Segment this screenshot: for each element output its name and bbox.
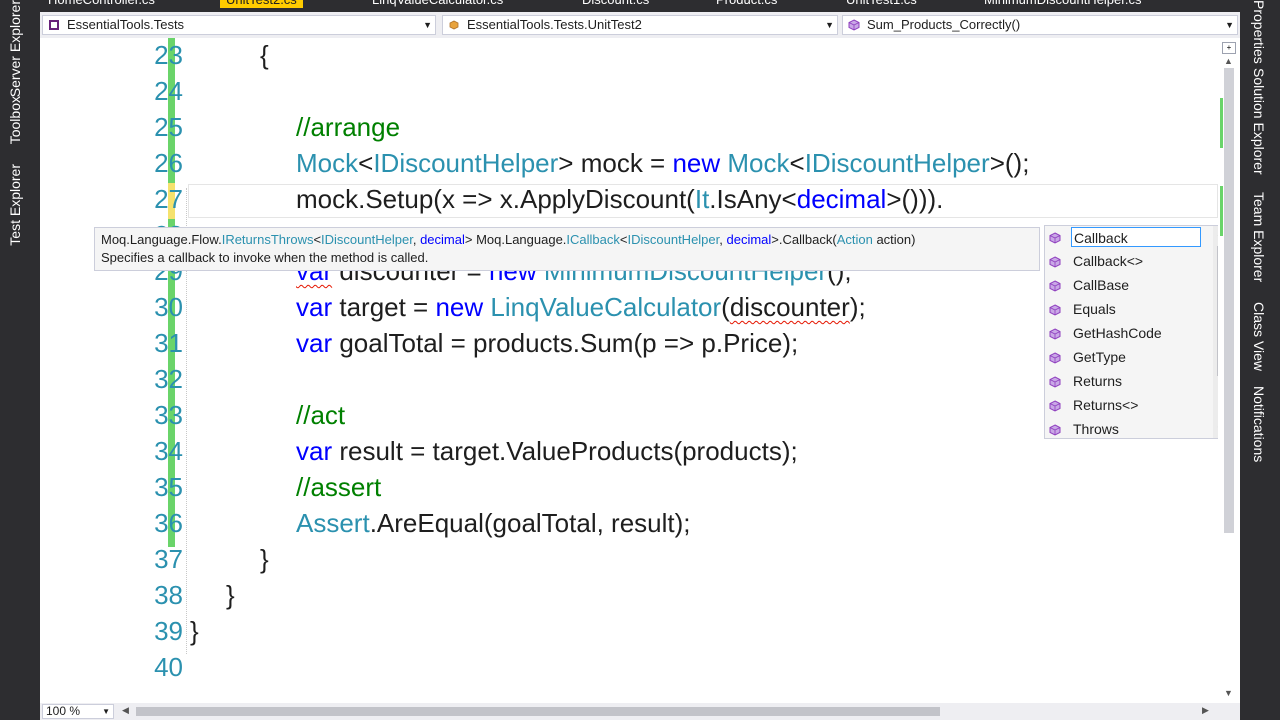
- line-number: 33: [154, 400, 183, 430]
- method-icon: [1049, 304, 1061, 316]
- properties-tab[interactable]: Properties: [1251, 0, 1267, 64]
- split-view-button[interactable]: +: [1222, 42, 1236, 54]
- completion-item-gettype[interactable]: GetType: [1045, 346, 1215, 370]
- tab-product[interactable]: Product.cs: [710, 0, 783, 8]
- code-line: var result = target.ValueProducts(produc…: [296, 436, 798, 466]
- tab-unittest2[interactable]: UnitTest2.cs: [220, 0, 303, 8]
- editor-scroll-thumb[interactable]: [1224, 68, 1234, 533]
- code-line-current: mock.Setup(x => x.ApplyDiscount(It.IsAny…: [296, 184, 944, 214]
- line-number: 31: [154, 328, 183, 358]
- line-number: 27: [154, 184, 183, 214]
- notifications-tab[interactable]: Notifications: [1251, 386, 1267, 462]
- server-explorer-tab[interactable]: Server Explorer: [7, 0, 23, 97]
- code-line: Assert.AreEqual(goalTotal, result);: [296, 508, 691, 538]
- change-marker: [1220, 98, 1223, 148]
- tab-linqvaluecalculator[interactable]: LinqValueCalculator.cs: [366, 0, 509, 8]
- line-number: 23: [154, 40, 183, 70]
- project-name: EssentialTools.Tests: [67, 17, 185, 32]
- document-tab-strip: HomeController.cs UnitTest2.cs LinqValue…: [40, 0, 1240, 8]
- completion-item-returns-generic[interactable]: Returns<>: [1045, 394, 1215, 418]
- tab-homecontroller[interactable]: HomeController.cs: [42, 0, 161, 8]
- toolbox-tab[interactable]: Toolbox: [7, 96, 23, 144]
- navigation-bar: EssentialTools.Tests ▼ EssentialTools.Te…: [40, 12, 1240, 38]
- chevron-down-icon: ▼: [423, 20, 432, 30]
- code-line: var target = new LinqValueCalculator(dis…: [296, 292, 866, 322]
- code-comment: //assert: [296, 472, 382, 502]
- completion-item-gethashcode[interactable]: GetHashCode: [1045, 322, 1215, 346]
- line-number: 24: [154, 76, 183, 106]
- line-number: 36: [154, 508, 183, 538]
- type-name: EssentialTools.Tests.UnitTest2: [467, 17, 642, 32]
- editor-horizontal-scrollbar[interactable]: ◀ ▶: [122, 705, 1212, 717]
- tab-minimumdiscounthelper[interactable]: MinimumDiscountHelper.cs: [978, 0, 1148, 8]
- method-icon: [1049, 352, 1061, 364]
- method-icon: [1049, 376, 1061, 388]
- method-icon: [1049, 328, 1061, 340]
- completion-item-throws[interactable]: Throws: [1045, 418, 1215, 442]
- scroll-right-icon[interactable]: ▶: [1202, 705, 1209, 716]
- method-icon: [1049, 256, 1061, 268]
- scroll-down-icon[interactable]: ▼: [1224, 688, 1233, 698]
- horizontal-scroll-thumb[interactable]: [136, 707, 940, 716]
- line-number: 37: [154, 544, 183, 574]
- line-number: 34: [154, 436, 183, 466]
- code-line: }: [260, 544, 269, 574]
- tab-unittest1[interactable]: UnitTest1.cs: [840, 0, 923, 8]
- method-icon: [1049, 424, 1061, 436]
- intellisense-completion-list[interactable]: Callback Callback<> CallBase Equals GetH…: [1044, 225, 1230, 439]
- csharp-project-icon: [49, 20, 59, 30]
- chevron-down-icon: ▼: [825, 20, 834, 30]
- zoom-level: 100 %: [46, 704, 81, 718]
- project-dropdown[interactable]: EssentialTools.Tests ▼: [42, 15, 436, 35]
- completion-item-returns[interactable]: Returns: [1045, 370, 1215, 394]
- completion-item-callback[interactable]: Callback: [1045, 226, 1215, 250]
- code-line: {: [260, 40, 269, 70]
- line-number: 30: [154, 292, 183, 322]
- team-explorer-tab[interactable]: Team Explorer: [1251, 192, 1267, 282]
- completion-item-equals[interactable]: Equals: [1045, 298, 1215, 322]
- line-number: 26: [154, 148, 183, 178]
- member-name: Sum_Products_Correctly(): [867, 17, 1021, 32]
- editor-bottom-bar: 100 % ▼ ◀ ▶: [40, 703, 1240, 720]
- line-number: 40: [154, 652, 183, 682]
- completion-item-callback-generic[interactable]: Callback<>: [1045, 250, 1215, 274]
- code-line: Mock<IDiscountHelper> mock = new Mock<ID…: [296, 148, 1030, 178]
- line-number: 38: [154, 580, 183, 610]
- solution-explorer-tab[interactable]: Solution Explorer: [1251, 68, 1267, 175]
- line-number: 39: [154, 616, 183, 646]
- code-comment: //act: [296, 400, 346, 430]
- code-line: var goalTotal = products.Sum(p => p.Pric…: [296, 328, 799, 358]
- class-icon: [449, 20, 459, 30]
- code-line: }: [226, 580, 235, 610]
- editor-vertical-scrollbar[interactable]: + ▲ ▼: [1218, 38, 1240, 703]
- code-line: }: [190, 616, 199, 646]
- chevron-down-icon: ▼: [102, 707, 110, 716]
- left-tool-rail: Server Explorer Toolbox Test Explorer: [0, 0, 40, 720]
- method-icon: [1049, 232, 1061, 244]
- test-explorer-tab[interactable]: Test Explorer: [7, 164, 23, 246]
- member-dropdown[interactable]: Sum_Products_Correctly() ▼: [842, 15, 1238, 35]
- zoom-dropdown[interactable]: 100 % ▼: [42, 704, 114, 719]
- chevron-down-icon: ▼: [1225, 20, 1234, 30]
- method-description: Specifies a callback to invoke when the …: [101, 250, 429, 265]
- method-signature: Moq.Language.Flow.IReturnsThrows<IDiscou…: [101, 232, 916, 247]
- quick-info-tooltip: Moq.Language.Flow.IReturnsThrows<IDiscou…: [94, 227, 1040, 271]
- change-marker: [1220, 186, 1223, 236]
- line-number: 25: [154, 112, 183, 142]
- scroll-left-icon[interactable]: ◀: [122, 705, 129, 716]
- method-icon: [1049, 280, 1061, 292]
- line-number: 32: [154, 364, 183, 394]
- scroll-up-icon[interactable]: ▲: [1224, 56, 1233, 66]
- class-view-tab[interactable]: Class View: [1251, 302, 1267, 371]
- code-comment: //arrange: [296, 112, 401, 142]
- right-tool-rail: Properties Solution Explorer Team Explor…: [1240, 0, 1280, 720]
- tab-discount[interactable]: Discount.cs: [576, 0, 655, 8]
- method-icon: [1049, 400, 1061, 412]
- type-dropdown[interactable]: EssentialTools.Tests.UnitTest2 ▼: [442, 15, 838, 35]
- line-number: 35: [154, 472, 183, 502]
- method-icon: [848, 19, 860, 31]
- completion-item-callbase[interactable]: CallBase: [1045, 274, 1215, 298]
